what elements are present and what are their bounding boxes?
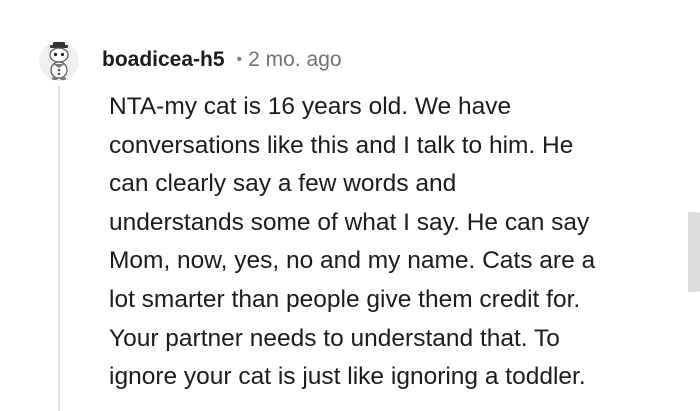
comment-line: lot smarter than people give them credit… (109, 285, 581, 313)
comment-line: understands some of what I say. He can s… (109, 208, 590, 236)
thread-collapse-line[interactable] (58, 86, 60, 411)
comment-line: Your partner needs to understand that. T… (109, 324, 560, 352)
username-link[interactable]: boadicea-h5 (102, 48, 225, 72)
comment-line: conversations like this and I talk to hi… (109, 131, 574, 159)
meta-separator: • (236, 51, 243, 68)
comment-line: NTA-my cat is 16 years old. We have (109, 93, 512, 120)
snoo-avatar-icon (39, 41, 79, 81)
comment: boadicea-h5 • 2 mo. ago NTA-my cat is 16… (0, 0, 700, 411)
comment-body: NTA-my cat is 16 years old. We have conv… (109, 88, 679, 397)
comment-line: Mom, now, yes, no and my name. Cats are … (109, 247, 596, 275)
comment-header: boadicea-h5 • 2 mo. ago (102, 44, 342, 76)
user-avatar[interactable] (38, 40, 80, 82)
comment-timestamp[interactable]: 2 mo. ago (248, 48, 341, 72)
comment-line: ignore your cat is just like ignoring a … (109, 363, 586, 391)
comment-line: can clearly say a few words and (109, 170, 457, 198)
scrollbar-thumb[interactable] (688, 212, 700, 292)
